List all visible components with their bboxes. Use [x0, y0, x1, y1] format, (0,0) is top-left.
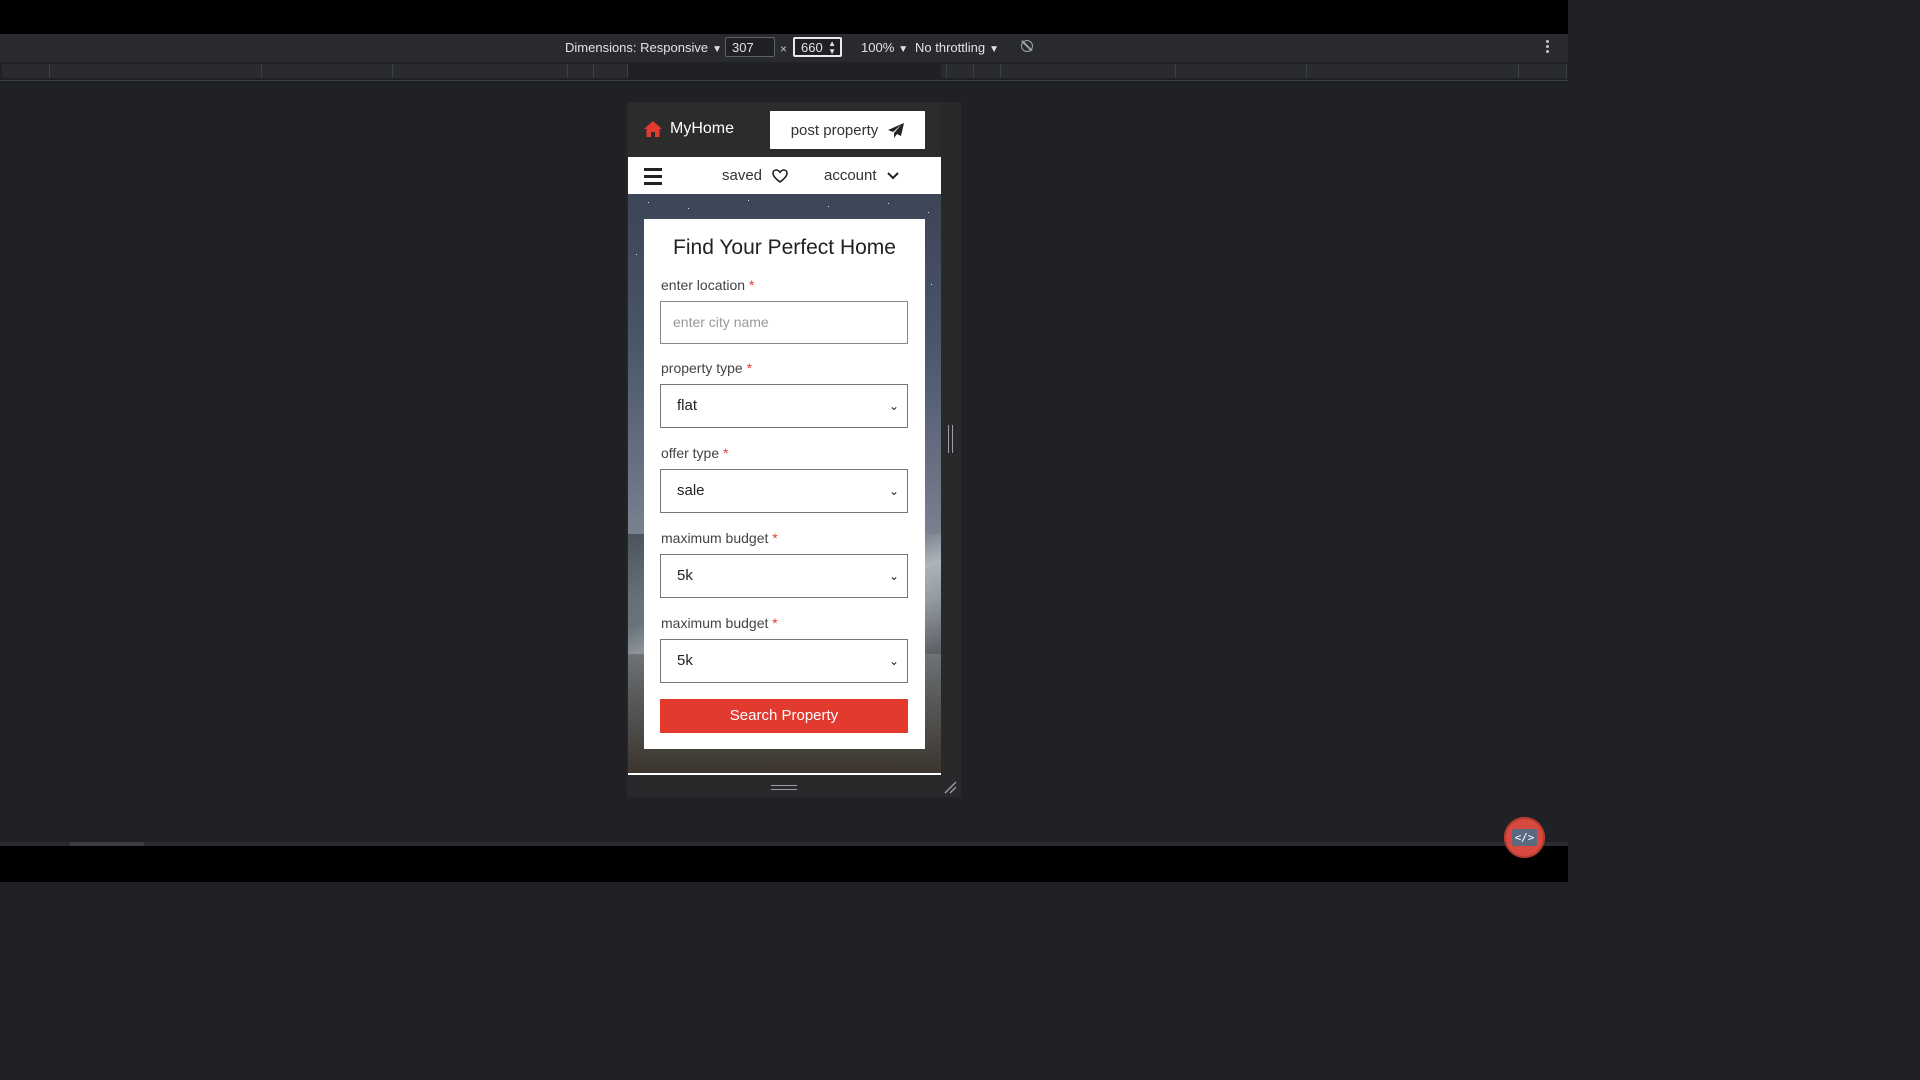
offer-type-value: sale: [677, 482, 705, 499]
chevron-down-icon: ⌄: [888, 569, 899, 583]
account-label: account: [824, 167, 877, 184]
caret-down-icon: ▼: [898, 44, 909, 55]
media-segment[interactable]: [1001, 64, 1176, 78]
media-segment[interactable]: [50, 64, 262, 78]
caret-down-icon: ▼: [989, 44, 999, 55]
media-segment[interactable]: [393, 64, 568, 78]
media-segment[interactable]: [594, 64, 628, 78]
budget-select[interactable]: 5k ⌄: [660, 554, 908, 598]
media-segment[interactable]: [262, 64, 393, 78]
budget-value: 5k: [677, 567, 693, 584]
budget-value-2: 5k: [677, 652, 693, 669]
account-dropdown[interactable]: account: [824, 167, 899, 184]
property-type-value: flat: [677, 397, 698, 414]
budget-select-2[interactable]: 5k ⌄: [660, 639, 908, 683]
saved-link[interactable]: saved: [722, 167, 788, 184]
location-label: enter location *: [661, 277, 755, 293]
resize-handle-bottom[interactable]: [771, 785, 797, 790]
zoom-label: 100%: [861, 40, 895, 55]
search-form-card: Find Your Perfect Home enter location * …: [644, 219, 925, 749]
media-segment[interactable]: [1176, 64, 1307, 78]
rotate-icon[interactable]: [1021, 40, 1033, 52]
brand-name: MyHome: [670, 120, 735, 137]
zoom-dropdown[interactable]: 100% ▼: [861, 40, 908, 55]
code-toggle-button[interactable]: </>: [1504, 817, 1545, 858]
saved-label: saved: [722, 167, 763, 184]
required-mark: *: [748, 277, 755, 293]
screen-top-bar: [0, 0, 1568, 34]
page-viewport: MyHome post property saved account Find …: [628, 103, 941, 775]
location-input[interactable]: enter city name: [660, 301, 908, 344]
brand-logo[interactable]: MyHome: [644, 120, 734, 138]
required-mark: *: [746, 360, 753, 376]
form-title: Find Your Perfect Home: [673, 236, 896, 259]
required-mark: *: [772, 615, 778, 631]
property-type-select[interactable]: flat ⌄: [660, 384, 908, 428]
post-property-button[interactable]: post property: [770, 111, 925, 149]
spinner-icon[interactable]: ▲ ▼: [828, 40, 836, 56]
more-options-icon[interactable]: [1546, 40, 1550, 55]
width-input[interactable]: 307: [725, 37, 775, 57]
budget-label: maximum budget *: [661, 530, 778, 546]
search-property-button[interactable]: Search Property: [660, 699, 908, 733]
heart-icon: [772, 168, 788, 183]
chevron-down-icon: ⌄: [888, 654, 899, 668]
throttling-dropdown[interactable]: No throttling ▼: [915, 40, 999, 55]
media-segment[interactable]: [2, 64, 50, 78]
chevron-down-icon: [886, 171, 899, 179]
media-segment[interactable]: [568, 64, 594, 78]
caret-down-icon: ▼: [712, 44, 722, 55]
dimensions-dropdown[interactable]: Dimensions: Responsive ▼: [565, 40, 722, 55]
paper-plane-icon: [888, 122, 905, 138]
location-placeholder: enter city name: [673, 314, 769, 330]
resize-handle-right[interactable]: [948, 425, 953, 453]
offer-type-select[interactable]: sale ⌄: [660, 469, 908, 513]
resize-corner-icon[interactable]: [943, 780, 957, 794]
budget-label-2: maximum budget *: [661, 615, 778, 631]
required-mark: *: [723, 445, 729, 461]
media-segment[interactable]: [974, 64, 1001, 78]
post-property-label: post property: [790, 121, 879, 139]
dimensions-label: Dimensions: Responsive: [565, 40, 709, 55]
hero-background: Find Your Perfect Home enter location * …: [628, 194, 941, 775]
site-header: MyHome post property: [628, 103, 941, 157]
menu-icon[interactable]: [644, 168, 662, 189]
offer-type-label: offer type *: [661, 445, 729, 461]
screen-bottom-bar: [0, 846, 1568, 882]
width-value: 307: [732, 40, 754, 55]
media-query-bar: [0, 62, 1568, 81]
nav-bar: saved account: [628, 157, 941, 195]
code-icon: </>: [1511, 829, 1538, 846]
media-segment[interactable]: [947, 64, 974, 78]
page-bottom-edge: [628, 773, 941, 775]
height-input[interactable]: 660 ▲ ▼: [793, 37, 842, 57]
chevron-down-icon: ⌄: [888, 399, 899, 413]
property-type-label: property type *: [661, 360, 753, 376]
media-segment[interactable]: [1307, 64, 1519, 78]
required-mark: *: [772, 530, 778, 546]
media-segment[interactable]: [1519, 64, 1567, 78]
home-icon: [644, 121, 662, 137]
device-toolbar: Dimensions: Responsive ▼ 307 × 660 ▲ ▼ 100…: [0, 34, 1568, 62]
throttling-label: No throttling: [915, 40, 986, 55]
chevron-down-icon: ⌄: [888, 484, 899, 498]
height-value: 660: [801, 40, 823, 55]
times-separator: ×: [780, 42, 788, 56]
